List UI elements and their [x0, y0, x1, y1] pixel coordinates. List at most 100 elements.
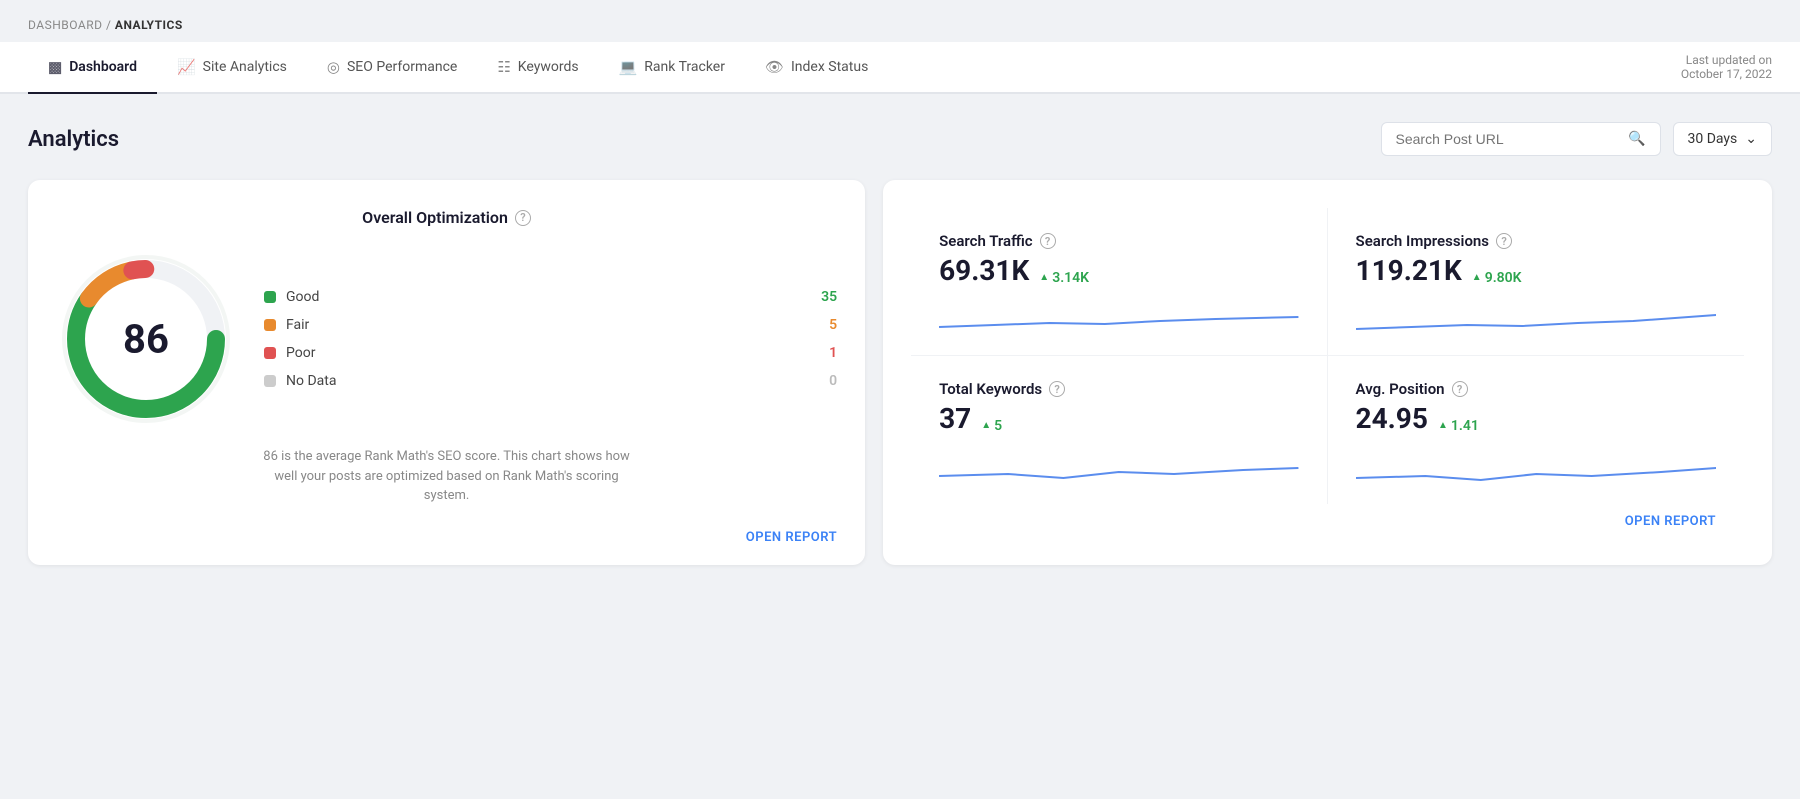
breadcrumb-separator: / [106, 18, 115, 32]
breadcrumb: DASHBOARD / ANALYTICS [0, 0, 1800, 42]
search-impressions-value: 119.21K [1356, 254, 1462, 287]
legend-nodata: No Data 0 [264, 373, 837, 389]
avg-position-label: Avg. Position [1356, 380, 1445, 398]
search-impressions-delta: ▲ 9.80K [1472, 270, 1522, 286]
search-box[interactable]: 🔍 [1381, 122, 1661, 156]
chevron-down-icon: ⌄ [1745, 131, 1757, 147]
tab-bar: ▩ Dashboard 📈 Site Analytics ◎ SEO Perfo… [0, 42, 1800, 94]
page-header: Analytics 🔍 30 Days ⌄ [28, 122, 1772, 156]
list-icon: ☷ [497, 58, 510, 76]
avg-position-value: 24.95 [1356, 402, 1428, 435]
donut-score: 86 [123, 316, 169, 363]
avg-position-sparkline [1356, 448, 1716, 488]
search-traffic-arrow: ▲ [1039, 272, 1049, 283]
total-keywords-header: Total Keywords ? [939, 380, 1298, 398]
chart-legend-row: 86 Good 35 Fair 5 [56, 249, 837, 429]
metrics-open-report[interactable]: OPEN REPORT [1625, 514, 1716, 529]
optimization-card: Overall Optimization ? [28, 180, 865, 565]
search-traffic-label: Search Traffic [939, 232, 1033, 250]
search-traffic-value-row: 69.31K ▲ 3.14K [939, 254, 1298, 287]
nodata-dot [264, 375, 276, 387]
search-impressions-arrow: ▲ [1472, 272, 1482, 283]
good-dot [264, 291, 276, 303]
search-impressions-delta-value: 9.80K [1485, 270, 1522, 286]
avg-position-header: Avg. Position ? [1356, 380, 1716, 398]
nodata-value: 0 [829, 373, 837, 389]
search-input[interactable] [1396, 131, 1621, 147]
metric-search-traffic: Search Traffic ? 69.31K ▲ 3.14K [911, 208, 1327, 356]
total-keywords-value: 37 [939, 402, 971, 435]
poor-value: 1 [829, 345, 837, 361]
legend-good: Good 35 [264, 289, 837, 305]
optimization-title: Overall Optimization ? [362, 208, 531, 227]
search-traffic-delta-value: 3.14K [1052, 270, 1089, 286]
metrics-grid: Search Traffic ? 69.31K ▲ 3.14K [911, 208, 1744, 504]
fair-dot [264, 319, 276, 331]
metrics-card: Search Traffic ? 69.31K ▲ 3.14K [883, 180, 1772, 565]
main-content: Analytics 🔍 30 Days ⌄ Overall Optimizati… [0, 94, 1800, 565]
last-updated-label: Last updated on [1686, 53, 1772, 67]
search-traffic-header: Search Traffic ? [939, 232, 1298, 250]
page-title: Analytics [28, 127, 119, 152]
monitor2-icon: 💻 [619, 58, 638, 76]
eye-icon: 👁 [765, 58, 784, 76]
total-keywords-value-row: 37 ▲ 5 [939, 402, 1298, 435]
search-impressions-help[interactable]: ? [1496, 233, 1512, 249]
avg-position-delta: ▲ 1.41 [1438, 418, 1479, 434]
last-updated-date: October 17, 2022 [1681, 67, 1772, 81]
fair-value: 5 [829, 317, 837, 333]
tab-site-analytics[interactable]: 📈 Site Analytics [157, 42, 307, 94]
optimization-description: 86 is the average Rank Math's SEO score.… [257, 447, 637, 506]
good-value: 35 [821, 289, 837, 305]
header-controls: 🔍 30 Days ⌄ [1381, 122, 1773, 156]
tab-dashboard[interactable]: ▩ Dashboard [28, 42, 157, 94]
tab-index-status-label: Index Status [791, 59, 868, 75]
tab-seo-performance[interactable]: ◎ SEO Performance [307, 42, 477, 94]
poor-label: Poor [286, 345, 819, 361]
search-traffic-sparkline [939, 299, 1298, 339]
fair-label: Fair [286, 317, 819, 333]
days-label: 30 Days [1688, 131, 1738, 147]
metric-avg-position: Avg. Position ? 24.95 ▲ 1.41 [1328, 356, 1744, 504]
search-impressions-header: Search Impressions ? [1356, 232, 1716, 250]
breadcrumb-root[interactable]: DASHBOARD [28, 18, 102, 32]
avg-position-help[interactable]: ? [1452, 381, 1468, 397]
target-icon: ◎ [327, 58, 340, 76]
breadcrumb-current: ANALYTICS [115, 18, 183, 32]
legend-fair: Fair 5 [264, 317, 837, 333]
total-keywords-arrow: ▲ [981, 420, 991, 431]
search-traffic-delta: ▲ 3.14K [1039, 270, 1089, 286]
search-impressions-label: Search Impressions [1356, 232, 1489, 250]
last-updated: Last updated on October 17, 2022 [1681, 45, 1772, 89]
optimization-legend: Good 35 Fair 5 Poor 1 N [264, 289, 837, 389]
metric-total-keywords: Total Keywords ? 37 ▲ 5 [911, 356, 1327, 504]
cards-row: Overall Optimization ? [28, 180, 1772, 565]
tab-rank-tracker[interactable]: 💻 Rank Tracker [599, 42, 745, 94]
days-dropdown[interactable]: 30 Days ⌄ [1673, 122, 1773, 156]
tab-index-status[interactable]: 👁 Index Status [745, 42, 888, 94]
optimization-help-icon[interactable]: ? [515, 210, 531, 226]
poor-dot [264, 347, 276, 359]
total-keywords-delta: ▲ 5 [981, 418, 1002, 434]
search-traffic-help[interactable]: ? [1040, 233, 1056, 249]
chart-icon: 📈 [177, 58, 196, 76]
metrics-card-footer: OPEN REPORT [911, 504, 1744, 545]
nodata-label: No Data [286, 373, 819, 389]
search-impressions-value-row: 119.21K ▲ 9.80K [1356, 254, 1716, 287]
optimization-open-report[interactable]: OPEN REPORT [746, 530, 837, 545]
tab-keywords[interactable]: ☷ Keywords [477, 42, 598, 94]
search-traffic-value: 69.31K [939, 254, 1029, 287]
tab-dashboard-label: Dashboard [69, 59, 137, 75]
tab-site-analytics-label: Site Analytics [203, 59, 287, 75]
total-keywords-label: Total Keywords [939, 380, 1042, 398]
total-keywords-delta-value: 5 [994, 418, 1002, 434]
tab-rank-tracker-label: Rank Tracker [644, 59, 725, 75]
search-impressions-sparkline [1356, 299, 1716, 339]
donut-chart: 86 [56, 249, 236, 429]
tab-seo-performance-label: SEO Performance [347, 59, 457, 75]
total-keywords-help[interactable]: ? [1049, 381, 1065, 397]
search-icon: 🔍 [1628, 131, 1645, 147]
avg-position-value-row: 24.95 ▲ 1.41 [1356, 402, 1716, 435]
monitor-icon: ▩ [48, 58, 62, 76]
avg-position-delta-value: 1.41 [1451, 418, 1479, 434]
